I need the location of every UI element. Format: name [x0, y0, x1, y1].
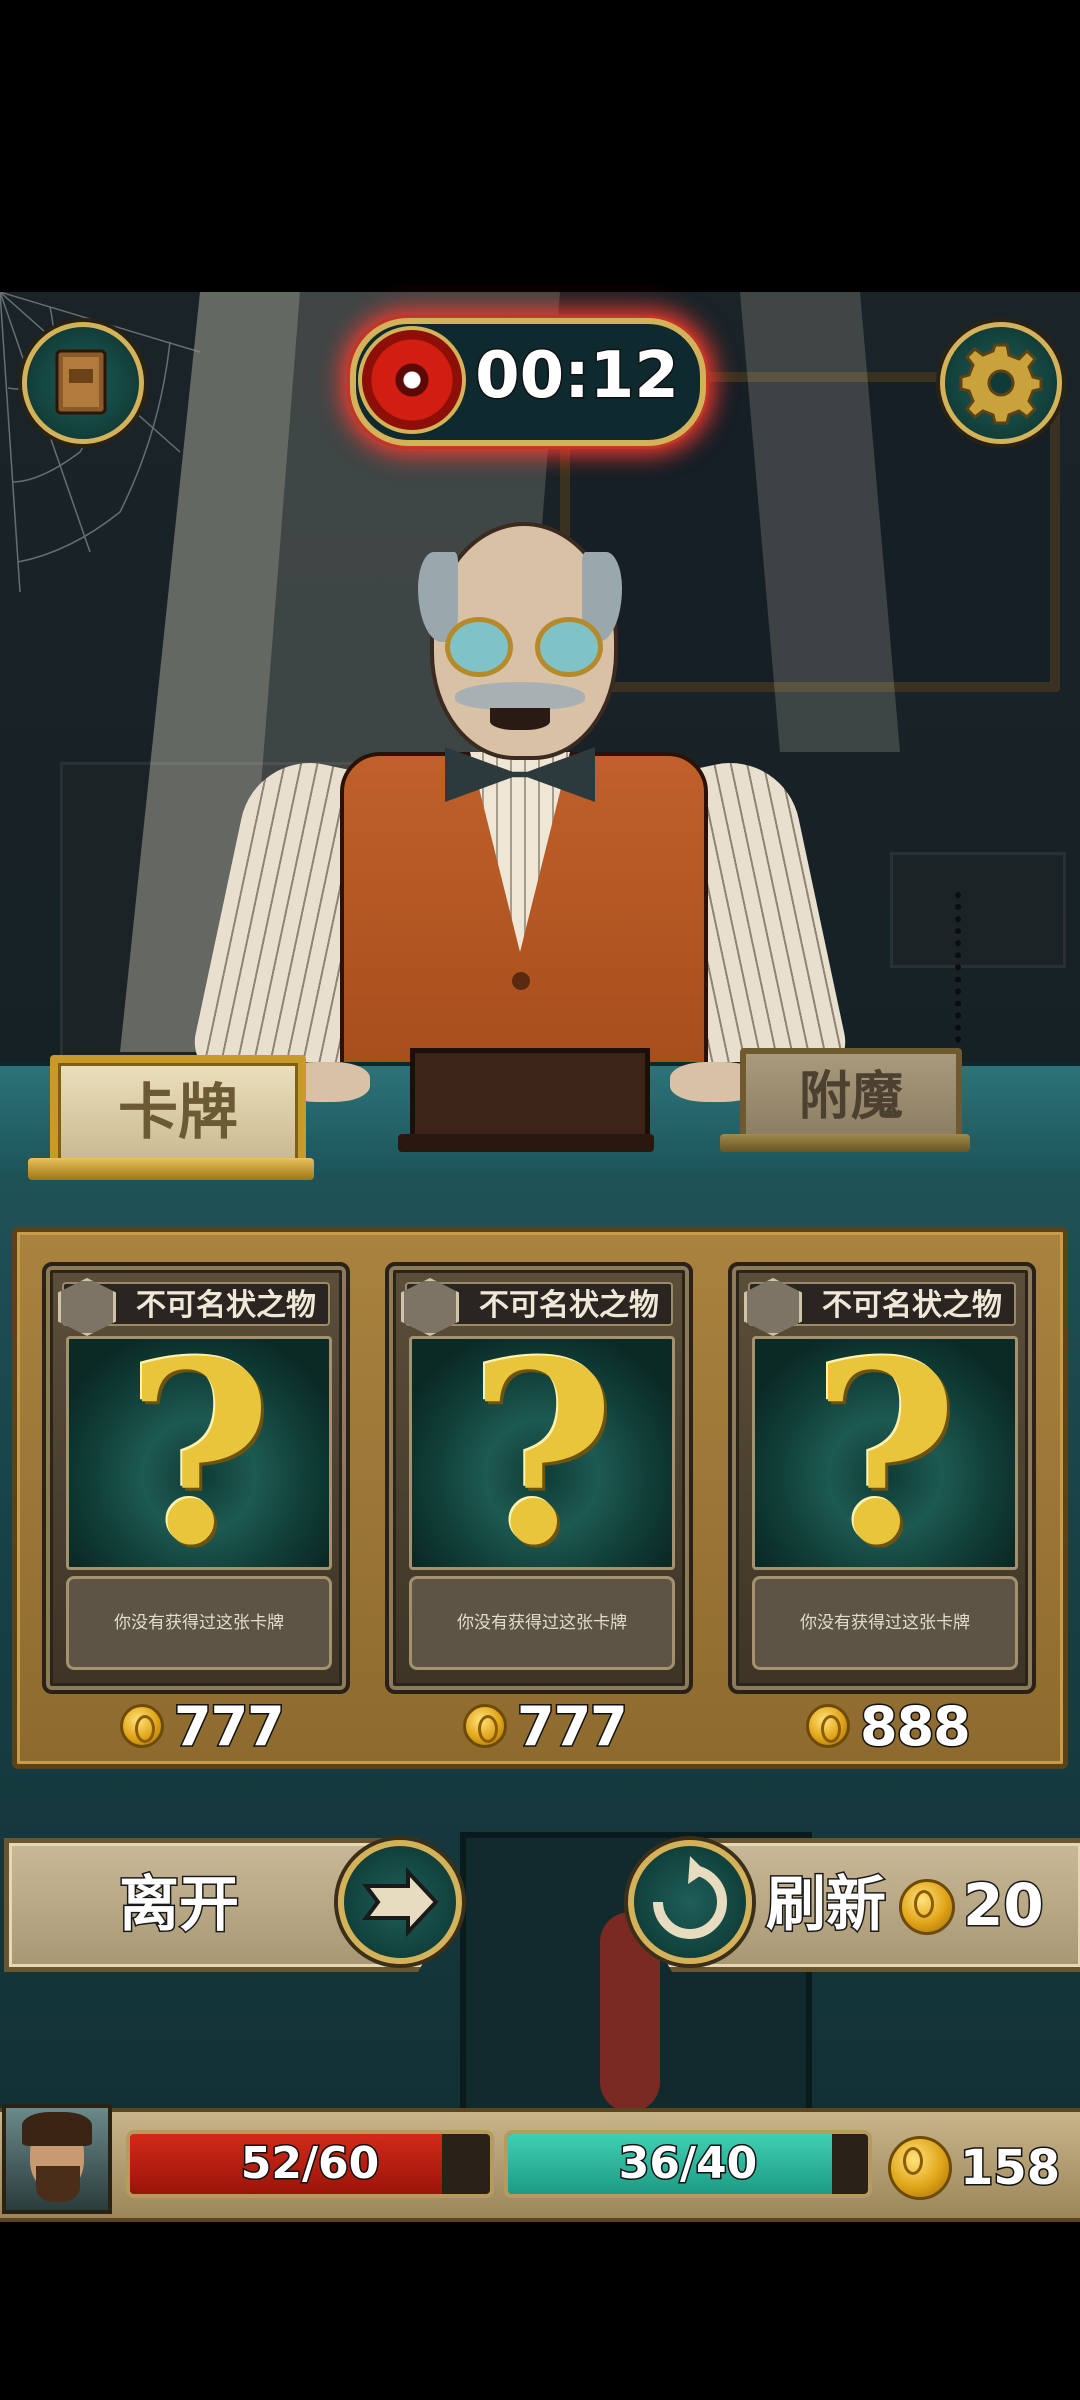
- refresh-icon[interactable]: [628, 1840, 752, 1964]
- shop-card[interactable]: 不可名状之物 ? 你没有获得过这张卡牌: [42, 1262, 350, 1694]
- vest-button: [512, 972, 530, 990]
- card-price-value: 777: [516, 1693, 630, 1759]
- avatar-beard: [36, 2166, 80, 2202]
- question-mark-icon: ?: [468, 1336, 616, 1570]
- sign-base: [28, 1158, 314, 1180]
- tab-cards[interactable]: 卡牌: [50, 1055, 306, 1171]
- health-bar: 52/60: [126, 2130, 494, 2198]
- mustache: [455, 682, 585, 710]
- coin-icon: [806, 1704, 850, 1748]
- eye-icon: [358, 326, 466, 434]
- timer-panel: 00:12: [350, 318, 706, 446]
- arrow-right-icon[interactable]: [338, 1840, 462, 1964]
- tab-cards-label: 卡牌: [118, 1078, 238, 1148]
- settings-button[interactable]: [940, 322, 1062, 444]
- spellbook-button[interactable]: [22, 322, 144, 444]
- card-description: 你没有获得过这张卡牌: [752, 1576, 1018, 1670]
- avatar-hair: [22, 2112, 92, 2146]
- card-price-value: 777: [173, 1693, 287, 1759]
- shop-card[interactable]: 不可名状之物 ? 你没有获得过这张卡牌: [385, 1262, 693, 1694]
- sign-base: [720, 1134, 970, 1152]
- spectacles-left: [445, 617, 513, 677]
- card-price: 777: [463, 1693, 630, 1759]
- empty-sign: [410, 1048, 650, 1148]
- coin-icon: [463, 1704, 507, 1748]
- avatar[interactable]: [2, 2104, 112, 2214]
- gold-amount: 158: [959, 2139, 1062, 2198]
- sign-base: [398, 1134, 654, 1152]
- card-art: ?: [66, 1336, 332, 1570]
- coin-icon: [120, 1704, 164, 1748]
- timer-text: 00:12: [474, 338, 681, 415]
- card-description: 你没有获得过这张卡牌: [409, 1576, 675, 1670]
- mana-text: 36/40: [617, 2137, 759, 2191]
- card-price: 888: [806, 1693, 973, 1759]
- card-description: 你没有获得过这张卡牌: [66, 1576, 332, 1670]
- mana-bar: 36/40: [504, 2130, 872, 2198]
- coin-icon: [899, 1879, 955, 1935]
- leave-button-label: 离开: [118, 1869, 241, 1942]
- card-price: 777: [120, 1693, 287, 1759]
- tab-enchant-label: 附魔: [798, 1066, 903, 1127]
- card-price-value: 888: [859, 1693, 973, 1759]
- shop-card[interactable]: 不可名状之物 ? 你没有获得过这张卡牌: [728, 1262, 1036, 1694]
- coin-icon: [888, 2136, 952, 2200]
- grin: [490, 708, 550, 730]
- spellbook-icon: [55, 349, 107, 415]
- question-mark-icon: ?: [811, 1336, 959, 1570]
- tab-enchant[interactable]: 附魔: [740, 1048, 962, 1146]
- spectacles-right: [535, 617, 603, 677]
- refresh-cost: 20: [962, 1870, 1046, 1941]
- card-art: ?: [409, 1336, 675, 1570]
- question-mark-icon: ?: [125, 1336, 273, 1570]
- health-text: 52/60: [239, 2137, 381, 2191]
- refresh-button-label: 刷新: [765, 1869, 888, 1942]
- card-art: ?: [752, 1336, 1018, 1570]
- gear-icon: [959, 343, 1043, 425]
